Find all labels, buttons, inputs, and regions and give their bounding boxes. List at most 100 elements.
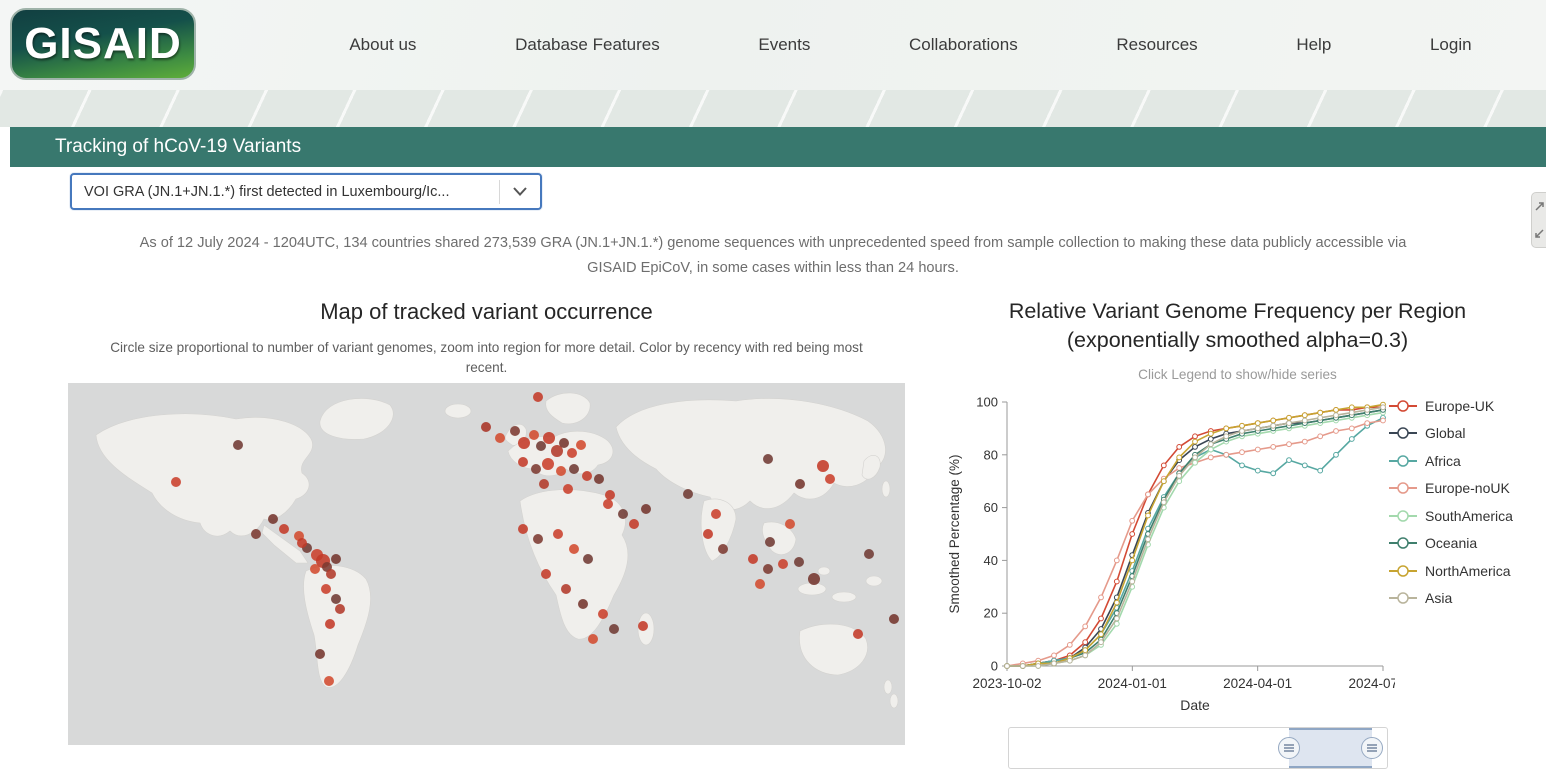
- gisaid-logo[interactable]: GISAID: [10, 8, 196, 80]
- variant-dot[interactable]: [763, 454, 773, 464]
- variant-dot[interactable]: [553, 529, 563, 539]
- variant-dot[interactable]: [785, 519, 795, 529]
- variant-dot[interactable]: [321, 584, 331, 594]
- legend-item-SouthAmerica[interactable]: SouthAmerica: [1389, 502, 1541, 530]
- legend-item-Global[interactable]: Global: [1389, 420, 1541, 448]
- variant-dot[interactable]: [718, 544, 728, 554]
- variant-dot[interactable]: [588, 634, 598, 644]
- variant-dot[interactable]: [755, 579, 765, 589]
- legend-item-Oceania[interactable]: Oceania: [1389, 530, 1541, 558]
- variant-dot[interactable]: [683, 489, 693, 499]
- variant-dot[interactable]: [542, 458, 554, 470]
- variant-dot[interactable]: [569, 544, 579, 554]
- world-map[interactable]: [68, 383, 905, 745]
- variant-select[interactable]: VOI GRA (JN.1+JN.1.*) first detected in …: [70, 173, 542, 210]
- variant-dot[interactable]: [583, 554, 593, 564]
- variant-dot[interactable]: [331, 554, 341, 564]
- variant-dot[interactable]: [711, 509, 721, 519]
- nav-help[interactable]: Help: [1296, 35, 1331, 55]
- variant-dot[interactable]: [629, 519, 639, 529]
- variant-dot[interactable]: [763, 564, 773, 574]
- variant-dot[interactable]: [889, 614, 899, 624]
- variant-dot[interactable]: [748, 554, 758, 564]
- variant-dot[interactable]: [325, 619, 335, 629]
- variant-dot[interactable]: [582, 471, 592, 481]
- variant-dot[interactable]: [251, 529, 261, 539]
- variant-dot[interactable]: [518, 437, 530, 449]
- variant-dot[interactable]: [518, 457, 528, 467]
- variant-dot[interactable]: [529, 430, 539, 440]
- variant-dot[interactable]: [518, 524, 528, 534]
- variant-dot[interactable]: [297, 538, 307, 548]
- variant-dot[interactable]: [817, 460, 829, 472]
- variant-dot[interactable]: [864, 549, 874, 559]
- variant-dot[interactable]: [567, 448, 577, 458]
- variant-dot[interactable]: [598, 609, 608, 619]
- variant-dot[interactable]: [541, 569, 551, 579]
- nav-events[interactable]: Events: [758, 35, 810, 55]
- datazoom-window[interactable]: [1288, 728, 1372, 768]
- chart-legend: Europe-UK Global Africa Europe-noUK SouthAme…: [1389, 392, 1541, 612]
- variant-dot[interactable]: [794, 557, 804, 567]
- legend-item-Europe-noUK[interactable]: Europe-noUK: [1389, 475, 1541, 503]
- nav-collaborations[interactable]: Collaborations: [909, 35, 1018, 55]
- variant-dot[interactable]: [569, 464, 579, 474]
- variant-dot[interactable]: [561, 584, 571, 594]
- variant-dot[interactable]: [576, 440, 586, 450]
- variant-dot[interactable]: [563, 484, 573, 494]
- variant-dot[interactable]: [533, 392, 543, 402]
- variant-dot[interactable]: [533, 534, 543, 544]
- nav-resources[interactable]: Resources: [1116, 35, 1197, 55]
- datazoom-slider[interactable]: [1008, 727, 1388, 769]
- variant-dot[interactable]: [310, 564, 320, 574]
- variant-dot[interactable]: [495, 433, 505, 443]
- variant-dot[interactable]: [171, 477, 181, 487]
- nav-login[interactable]: Login: [1430, 35, 1472, 55]
- variant-dot[interactable]: [559, 438, 569, 448]
- variant-dot[interactable]: [268, 514, 278, 524]
- chevron-down-icon[interactable]: [500, 187, 540, 196]
- legend-marker-icon: [1389, 427, 1417, 439]
- variant-dot[interactable]: [703, 529, 713, 539]
- variant-dot[interactable]: [594, 474, 604, 484]
- svg-text:2024-04-01: 2024-04-01: [1223, 676, 1292, 691]
- variant-dot[interactable]: [326, 569, 336, 579]
- variant-dot[interactable]: [331, 594, 341, 604]
- variant-dot[interactable]: [315, 649, 325, 659]
- legend-item-Europe-UK[interactable]: Europe-UK: [1389, 392, 1541, 420]
- variant-dot[interactable]: [638, 621, 648, 631]
- variant-dot[interactable]: [481, 422, 491, 432]
- panel-expand-tab[interactable]: [1531, 192, 1546, 248]
- variant-dot[interactable]: [279, 524, 289, 534]
- nav-about-us[interactable]: About us: [349, 35, 416, 55]
- variant-dot[interactable]: [233, 440, 243, 450]
- variant-dot[interactable]: [641, 504, 651, 514]
- variant-dot[interactable]: [510, 426, 520, 436]
- variant-dot[interactable]: [543, 432, 555, 444]
- variant-dot[interactable]: [556, 466, 566, 476]
- variant-dot[interactable]: [578, 599, 588, 609]
- legend-marker-icon: [1389, 592, 1417, 604]
- datazoom-handle-right[interactable]: [1360, 737, 1383, 759]
- variant-dot[interactable]: [603, 499, 613, 509]
- nav-database-features[interactable]: Database Features: [515, 35, 660, 55]
- variant-dot[interactable]: [609, 624, 619, 634]
- variant-dot[interactable]: [765, 537, 775, 547]
- svg-text:Smoothed Percentage (%): Smoothed Percentage (%): [947, 454, 962, 613]
- variant-dot[interactable]: [618, 509, 628, 519]
- datazoom-handle-left[interactable]: [1277, 737, 1300, 759]
- variant-dot[interactable]: [539, 479, 549, 489]
- legend-marker-icon: [1389, 510, 1417, 522]
- variant-dot[interactable]: [335, 604, 345, 614]
- variant-dot[interactable]: [778, 559, 788, 569]
- legend-item-Africa[interactable]: Africa: [1389, 447, 1541, 475]
- variant-dot[interactable]: [531, 464, 541, 474]
- legend-item-Asia[interactable]: Asia: [1389, 585, 1541, 613]
- legend-item-NorthAmerica[interactable]: NorthAmerica: [1389, 557, 1541, 585]
- variant-dot[interactable]: [324, 676, 334, 686]
- variant-dot[interactable]: [825, 474, 835, 484]
- variant-dot[interactable]: [853, 629, 863, 639]
- header-lower-band: [0, 90, 1546, 127]
- variant-dot[interactable]: [808, 573, 820, 585]
- variant-dot[interactable]: [795, 479, 805, 489]
